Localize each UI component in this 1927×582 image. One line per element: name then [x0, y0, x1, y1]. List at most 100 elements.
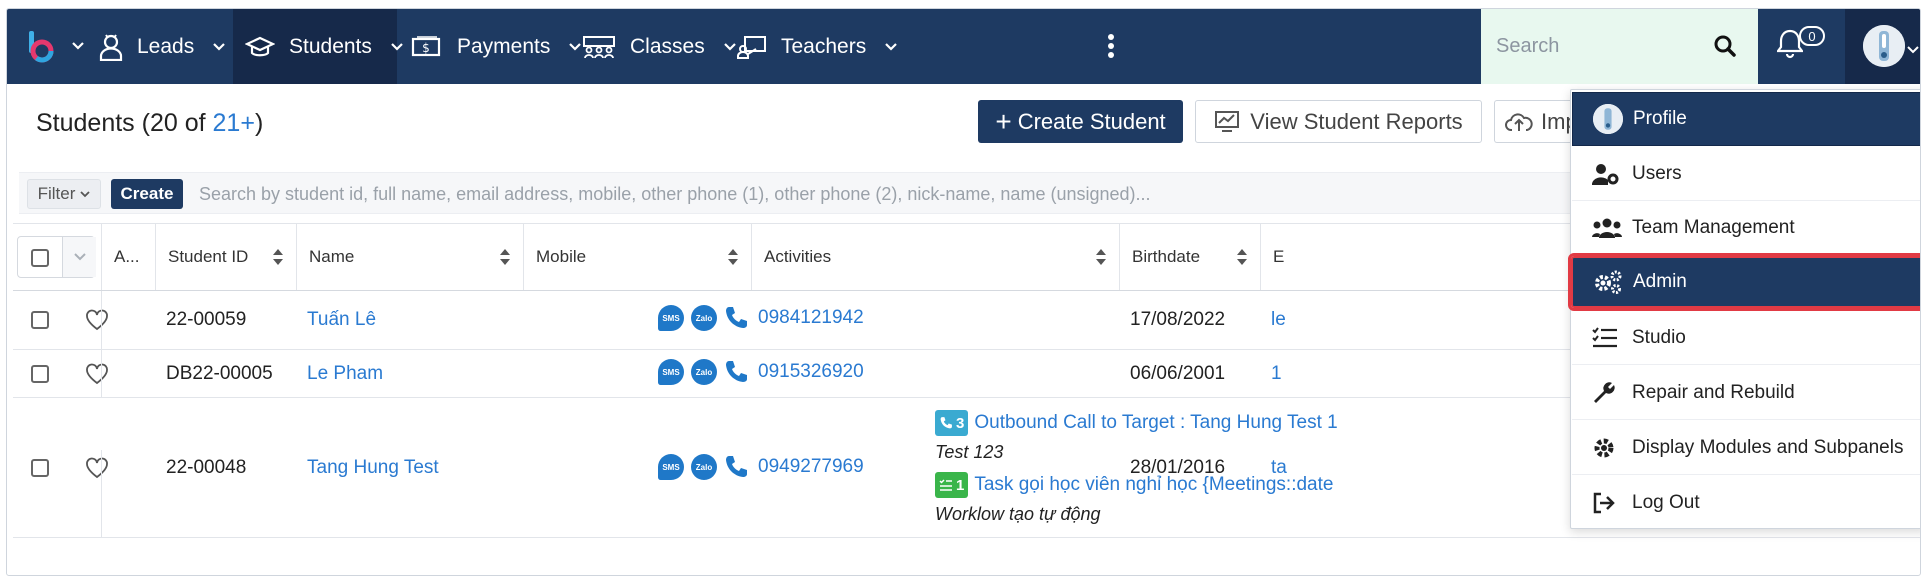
- task-badge: 1: [935, 472, 969, 498]
- chevron-down-icon: [80, 190, 91, 197]
- nav-payments-label: Payments: [457, 34, 551, 58]
- nav-teachers[interactable]: Teachers: [737, 9, 897, 84]
- menu-item-users[interactable]: Users: [1572, 147, 1920, 201]
- menu-item-label: Admin: [1633, 271, 1687, 292]
- extra-cell[interactable]: le: [1271, 291, 1286, 349]
- sms-icon[interactable]: SMS: [658, 454, 684, 480]
- chevron-down-icon: [568, 42, 582, 52]
- plus-icon: +: [995, 105, 1012, 137]
- column-header-name[interactable]: Name: [297, 224, 524, 290]
- search-icon[interactable]: [1714, 35, 1736, 62]
- nav-students[interactable]: Students: [233, 9, 403, 84]
- column-header-assigned[interactable]: A...: [101, 224, 156, 290]
- chevron-down-icon[interactable]: [62, 237, 96, 277]
- column-divider: [101, 291, 102, 350]
- select-all-control[interactable]: [17, 236, 96, 278]
- mobile-number-link[interactable]: 0984121942: [758, 307, 864, 329]
- page-title-prefix: Students (20 of: [36, 109, 213, 137]
- avatar-icon: [1593, 104, 1623, 134]
- extra-cell[interactable]: 1: [1271, 350, 1282, 397]
- user-avatar-button[interactable]: [1845, 9, 1920, 84]
- app-frame: Leads Students $ Payments Classes Teache…: [6, 8, 1921, 576]
- total-count-link[interactable]: 21+: [213, 109, 255, 137]
- create-student-label: Create Student: [1017, 108, 1166, 134]
- users-icon: [1592, 217, 1622, 239]
- mobile-number-link[interactable]: 0949277969: [758, 456, 864, 478]
- column-header-student-id[interactable]: Student ID: [156, 224, 297, 290]
- column-header-birthdate[interactable]: Birthdate: [1120, 224, 1261, 290]
- column-activities-label: Activities: [764, 247, 832, 266]
- user-tie-icon: [99, 33, 123, 61]
- extra-cell[interactable]: ta: [1271, 398, 1287, 537]
- phone-icon[interactable]: [724, 305, 748, 331]
- student-name-link[interactable]: Le Pham: [307, 350, 383, 397]
- mobile-number-link[interactable]: 0915326920: [758, 361, 864, 383]
- app-logo[interactable]: [25, 25, 93, 67]
- create-student-button[interactable]: + Create Student: [978, 100, 1183, 143]
- nav-payments[interactable]: $ Payments: [411, 9, 582, 84]
- page-title-suffix: ): [254, 109, 264, 137]
- sort-icon[interactable]: [272, 248, 284, 271]
- student-search-input[interactable]: [199, 177, 1299, 211]
- menu-item-display-modules[interactable]: Display Modules and Subpanels: [1572, 421, 1920, 475]
- zalo-icon[interactable]: Zalo: [691, 454, 717, 480]
- zalo-icon[interactable]: Zalo: [691, 359, 717, 385]
- column-header-mobile[interactable]: Mobile: [524, 224, 752, 290]
- row-checkbox[interactable]: [31, 459, 49, 477]
- phone-icon[interactable]: [724, 454, 748, 480]
- wrench-icon: [1592, 381, 1622, 405]
- column-header-activities[interactable]: Activities: [752, 224, 1120, 290]
- sms-icon[interactable]: SMS: [658, 359, 684, 385]
- notification-count-badge: 0: [1799, 26, 1825, 46]
- menu-item-studio[interactable]: Studio: [1572, 311, 1920, 365]
- nav-classes[interactable]: Classes: [582, 9, 736, 84]
- more-menu-icon[interactable]: [1099, 29, 1123, 63]
- global-search-input[interactable]: [1481, 9, 1701, 84]
- user-dropdown-menu: Profile Users Team Management Admin Stud…: [1568, 89, 1920, 530]
- menu-item-admin[interactable]: Admin: [1568, 253, 1920, 311]
- class-icon: [582, 35, 616, 59]
- sort-icon[interactable]: [499, 248, 511, 271]
- sort-icon[interactable]: [1095, 248, 1107, 271]
- student-name-link[interactable]: Tang Hung Test: [307, 398, 439, 537]
- student-id-cell: DB22-00005: [166, 362, 273, 384]
- sort-icon[interactable]: [727, 248, 739, 271]
- svg-text:$: $: [422, 41, 430, 55]
- heart-icon[interactable]: [85, 457, 109, 484]
- phone-icon[interactable]: [724, 359, 748, 385]
- nav-classes-label: Classes: [630, 34, 705, 58]
- filter-label: Filter: [37, 184, 76, 203]
- cloud-upload-icon: [1505, 111, 1533, 133]
- menu-item-profile[interactable]: Profile: [1572, 92, 1920, 146]
- student-id-cell: 22-00048: [166, 456, 247, 478]
- menu-item-label: Users: [1632, 162, 1682, 184]
- task-list-icon: [939, 479, 952, 491]
- chevron-down-icon: [390, 42, 404, 52]
- chevron-down-icon: [1907, 41, 1919, 59]
- select-all-checkbox[interactable]: [31, 249, 49, 267]
- create-filter-button[interactable]: Create: [111, 179, 183, 209]
- menu-item-log-out[interactable]: Log Out: [1572, 476, 1920, 530]
- row-checkbox[interactable]: [31, 311, 49, 329]
- student-name-link[interactable]: Tuấn Lê: [307, 291, 376, 349]
- sort-icon[interactable]: [1236, 248, 1248, 271]
- menu-item-team-management[interactable]: Team Management: [1572, 201, 1920, 255]
- menu-item-label: Profile: [1633, 108, 1687, 129]
- chalkboard-teacher-icon: [737, 35, 767, 59]
- heart-icon[interactable]: [85, 309, 109, 336]
- menu-item-repair-rebuild[interactable]: Repair and Rebuild: [1572, 366, 1920, 420]
- user-cog-icon: [1592, 162, 1622, 186]
- view-student-reports-button[interactable]: View Student Reports: [1195, 100, 1482, 143]
- nav-leads[interactable]: Leads: [99, 9, 225, 84]
- money-bill-icon: $: [411, 35, 443, 59]
- row-checkbox[interactable]: [31, 365, 49, 383]
- global-search: [1481, 9, 1758, 84]
- column-header-extra[interactable]: E: [1261, 224, 1301, 290]
- sms-icon[interactable]: SMS: [658, 305, 684, 331]
- cogs-icon: [1593, 270, 1623, 294]
- heart-icon[interactable]: [85, 363, 109, 390]
- zalo-icon[interactable]: Zalo: [691, 305, 717, 331]
- filter-button[interactable]: Filter: [27, 179, 101, 209]
- tasks-list-icon: [1592, 326, 1622, 349]
- nav-students-label: Students: [289, 34, 372, 58]
